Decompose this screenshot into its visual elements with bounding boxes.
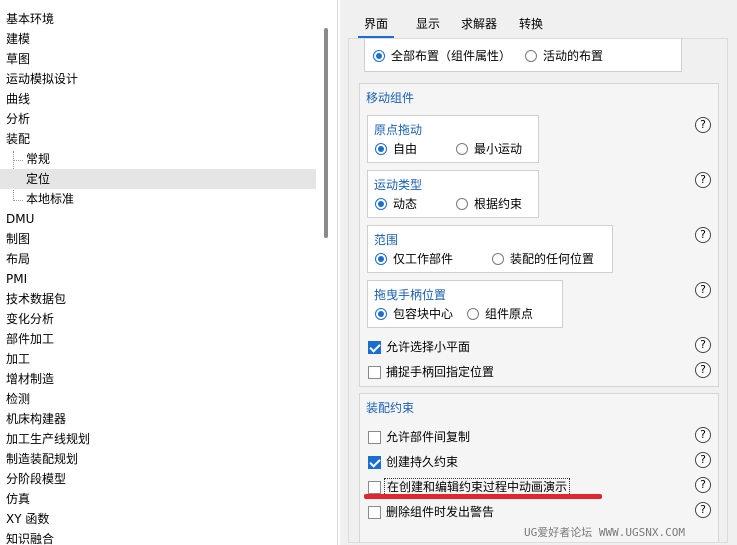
section-title: 移动组件 (366, 91, 415, 105)
tree-item-additive[interactable]: 增材制造 (0, 369, 54, 389)
tree-item-xy-function[interactable]: XY 函数 (0, 509, 49, 529)
group-title: 范围 (374, 233, 399, 247)
checkbox-box (368, 431, 381, 444)
help-icon[interactable]: ? (695, 172, 711, 188)
radio-dot (375, 253, 387, 265)
radio-dot (373, 50, 385, 62)
assembly-constraints-section: 装配约束 允许部件间复制 ? 创建持久约束 ? 在创建和编辑约束过程中动画演示 … (359, 393, 719, 542)
tree-item-positioning[interactable]: 定位 (0, 169, 316, 189)
tab-conversion[interactable]: 转换 (519, 14, 543, 34)
tab-display[interactable]: 显示 (416, 14, 440, 34)
radio-dot (375, 143, 387, 155)
section-title: 装配约束 (366, 401, 415, 415)
tree-item-modeling[interactable]: 建模 (0, 29, 30, 49)
radio-dot (375, 308, 387, 320)
checkbox-box (368, 456, 381, 469)
checkbox-box (368, 506, 381, 519)
scope-group: 范围 仅工作部件 装配的任何位置 (367, 225, 613, 273)
move-components-section: 移动组件 原点拖动 自由 最小运动 ? 运动类型 动态 根据约束 ? 范围 仅工… (359, 83, 719, 387)
group-title: 原点拖动 (374, 123, 423, 137)
help-icon[interactable]: ? (695, 502, 711, 518)
checkbox-box (368, 341, 381, 354)
tree-item-dmu[interactable]: DMU (0, 209, 34, 229)
help-icon[interactable]: ? (695, 227, 711, 243)
tree-item-pmi[interactable]: PMI (0, 269, 27, 289)
tree-item-assembly[interactable]: 装配 (0, 129, 30, 149)
highlight-underline (364, 494, 602, 499)
help-icon[interactable]: ? (695, 282, 711, 298)
tree-item-motion-design[interactable]: 运动模拟设计 (0, 69, 78, 89)
tree-item-part-machining[interactable]: 部件加工 (0, 329, 54, 349)
tree-item-inspection[interactable]: 检测 (0, 389, 30, 409)
tree-item-analysis[interactable]: 分析 (0, 109, 30, 129)
help-icon[interactable]: ? (695, 362, 711, 378)
help-icon[interactable]: ? (695, 337, 711, 353)
tree-item-variation[interactable]: 变化分析 (0, 309, 54, 329)
tab-solver[interactable]: 求解器 (461, 14, 497, 34)
tree-item-line-planning[interactable]: 加工生产线规划 (0, 429, 90, 449)
checkbox-box (368, 481, 381, 494)
group-title: 运动类型 (374, 178, 423, 192)
radio-dot (375, 198, 387, 210)
help-icon[interactable]: ? (695, 427, 711, 443)
arrangement-group: 全部布置（组件属性） 活动的布置 (364, 39, 682, 72)
tab-bar: 界面 显示 求解器 转换 (340, 0, 737, 38)
tree-item-machine-builder[interactable]: 机床构建器 (0, 409, 66, 429)
category-tree: 基本环境 建模 草图 运动模拟设计 曲线 分析 装配 常规 定位 本地标准 DM… (0, 0, 338, 545)
tree-item-knowledge-fusion[interactable]: 知识融合 (0, 529, 54, 545)
checkbox-box (368, 366, 381, 379)
radio-dot (492, 253, 504, 265)
tree-item-simulation[interactable]: 仿真 (0, 489, 30, 509)
handle-position-group: 拖曳手柄位置 包容块中心 组件原点 (367, 280, 563, 328)
tree-item-curve[interactable]: 曲线 (0, 89, 30, 109)
tree-item-local-standard[interactable]: 本地标准 (0, 189, 74, 209)
tree-scrollbar[interactable] (318, 4, 334, 541)
tree-item-layout[interactable]: 布局 (0, 249, 30, 269)
tab-content: 全部布置（组件属性） 活动的布置 移动组件 原点拖动 自由 最小运动 ? 运动类… (348, 38, 728, 543)
group-title: 拖曳手柄位置 (374, 288, 447, 302)
origin-drag-group: 原点拖动 自由 最小运动 (367, 115, 539, 163)
settings-panel: 界面 显示 求解器 转换 全部布置（组件属性） 活动的布置 移动组件 原点拖动 (340, 0, 737, 545)
help-icon[interactable]: ? (695, 117, 711, 133)
watermark-text: UG爱好者论坛 WWW.UGSNX.COM (524, 526, 685, 539)
tree-item-machining[interactable]: 加工 (0, 349, 30, 369)
radio-dot (467, 308, 479, 320)
tab-interface[interactable]: 界面 (357, 14, 395, 38)
radio-dot (525, 50, 537, 62)
tree-scroll-thumb[interactable] (324, 28, 328, 238)
tree-item-basic-env[interactable]: 基本环境 (0, 9, 54, 29)
tree-item-drafting[interactable]: 制图 (0, 229, 30, 249)
help-icon[interactable]: ? (695, 477, 711, 493)
radio-dot (456, 198, 468, 210)
tree-item-sketch[interactable]: 草图 (0, 49, 30, 69)
tree-item-assembly-planning[interactable]: 制造装配规划 (0, 449, 78, 469)
radio-dot (456, 143, 468, 155)
motion-type-group: 运动类型 动态 根据约束 (367, 170, 539, 218)
tree-item-staged-model[interactable]: 分阶段模型 (0, 469, 66, 489)
tree-item-general[interactable]: 常规 (0, 149, 50, 169)
tree-item-tdp[interactable]: 技术数据包 (0, 289, 66, 309)
help-icon[interactable]: ? (695, 452, 711, 468)
